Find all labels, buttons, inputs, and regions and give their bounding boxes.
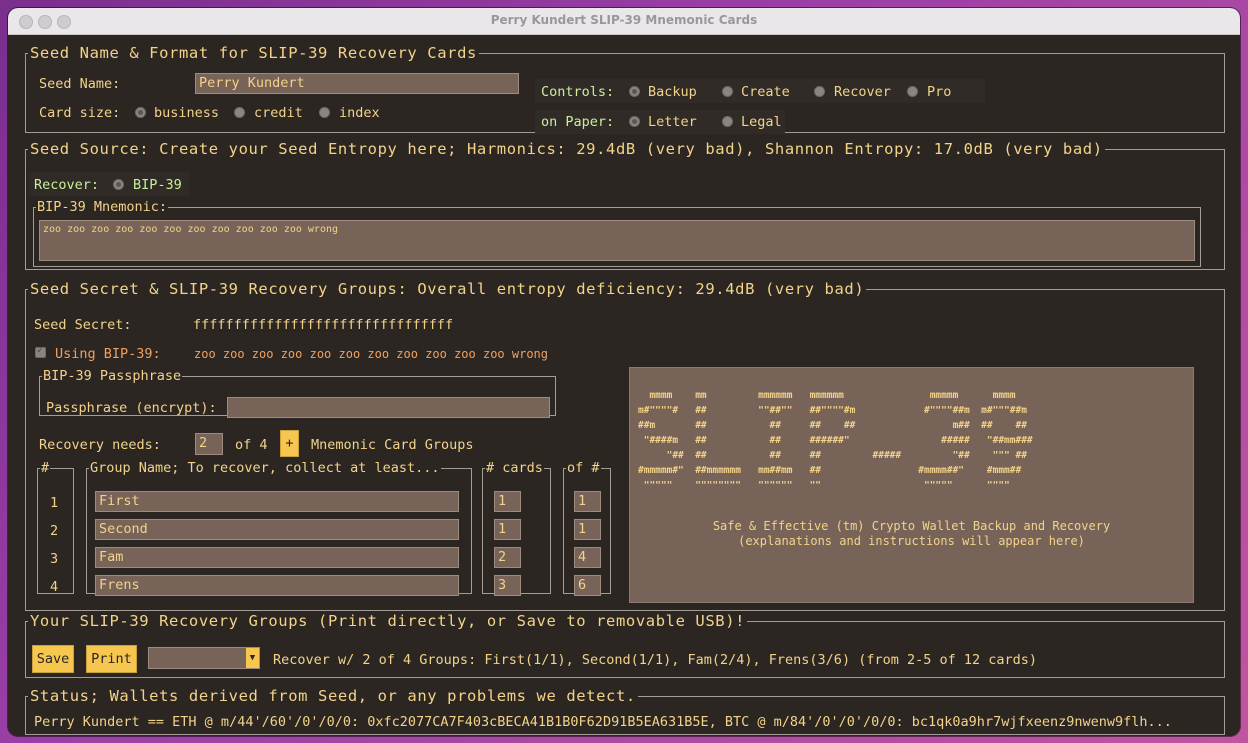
seed-name-input[interactable]: Perry Kundert: [195, 73, 519, 94]
window-title: Perry Kundert SLIP-39 Mnemonic Cards: [490, 13, 758, 27]
group-number-header: #: [41, 460, 50, 476]
group-cards-input[interactable]: 1: [494, 519, 521, 540]
paper-label: on Paper:: [541, 114, 615, 130]
group-cards-header: # cards: [486, 460, 543, 476]
usb-dropdown[interactable]: ▼: [148, 647, 260, 669]
paper-letter-radio[interactable]: [629, 116, 640, 127]
control-backup-label: Backup: [648, 84, 697, 100]
recover-bip39-label: BIP-39: [133, 177, 182, 193]
control-recover-label: Recover: [834, 84, 891, 100]
mnemonic-legend: BIP-39 Mnemonic:: [37, 199, 168, 215]
seed-secret-value: ffffffffffffffffffffffffffffffff: [193, 317, 454, 333]
control-create-label: Create: [741, 84, 790, 100]
status-text: Perry Kundert == ETH @ m/44'/60'/0'/0/0:…: [34, 714, 1172, 730]
passphrase-input[interactable]: [227, 397, 550, 418]
card-size-business-label: business: [154, 105, 220, 121]
card-size-credit-radio[interactable]: [234, 107, 245, 118]
save-button[interactable]: Save: [32, 645, 74, 673]
group-name-input[interactable]: First: [95, 491, 459, 512]
info-panel: mmmm mm mmmmmm mmmmmm mmmmm mmmm m#""""#…: [629, 367, 1194, 603]
group-of-input[interactable]: 4: [574, 547, 601, 568]
group-row-num: 4: [50, 579, 59, 595]
group-of-header: of #: [567, 460, 600, 476]
seed-source-legend: Seed Source: Create your Seed Entropy he…: [30, 140, 1103, 158]
recovery-needs-input[interactable]: 2: [195, 433, 223, 455]
control-pro-radio[interactable]: [907, 86, 918, 97]
info-line-2: (explanations and instructions will appe…: [738, 534, 1085, 548]
group-cards-input[interactable]: 1: [494, 491, 521, 512]
add-group-button[interactable]: +: [280, 430, 299, 457]
control-recover-radio[interactable]: [814, 86, 825, 97]
app-window: Perry Kundert SLIP-39 Mnemonic Cards See…: [8, 8, 1240, 736]
card-size-index-label: index: [339, 105, 380, 121]
print-button[interactable]: Print: [86, 645, 137, 673]
group-name-input[interactable]: Fam: [95, 547, 459, 568]
control-pro-label: Pro: [927, 84, 952, 100]
group-name-input[interactable]: Second: [95, 519, 459, 540]
main-content: Seed Name & Format for SLIP-39 Recovery …: [8, 35, 1240, 736]
group-name-input[interactable]: Frens: [95, 575, 459, 596]
title-bar: Perry Kundert SLIP-39 Mnemonic Cards: [8, 8, 1240, 35]
using-bip39-label: Using BIP-39:: [55, 346, 161, 362]
passphrase-legend: BIP-39 Passphrase: [43, 368, 182, 384]
group-cards-input[interactable]: 2: [494, 547, 521, 568]
recovery-groups-legend: Your SLIP-39 Recovery Groups (Print dire…: [30, 612, 746, 630]
controls-label: Controls:: [541, 84, 615, 100]
card-size-credit-label: credit: [254, 105, 303, 121]
paper-letter-label: Letter: [648, 114, 697, 130]
passphrase-label: Passphrase (encrypt):: [46, 400, 217, 416]
card-size-index-radio[interactable]: [319, 107, 330, 118]
group-name-header: Group Name; To recover, collect at least…: [90, 460, 440, 476]
group-cards-input[interactable]: 3: [494, 575, 521, 596]
card-size-label: Card size:: [39, 105, 121, 121]
slip39-ascii-logo: mmmm mm mmmmmm mmmmmm mmmmm mmmm m#""""#…: [638, 390, 1033, 491]
group-of-input[interactable]: 1: [574, 491, 601, 512]
control-create-radio[interactable]: [722, 86, 733, 97]
mnemonic-input[interactable]: zoo zoo zoo zoo zoo zoo zoo zoo zoo zoo …: [39, 220, 1195, 261]
recovery-needs-label: Recovery needs:: [39, 437, 161, 453]
card-size-business-radio[interactable]: [135, 107, 146, 118]
group-of-input[interactable]: 6: [574, 575, 601, 596]
status-legend: Status; Wallets derived from Seed, or an…: [30, 687, 636, 705]
chevron-down-icon[interactable]: ▼: [246, 648, 259, 668]
group-row-num: 1: [50, 495, 59, 511]
seed-secret-label: Seed Secret:: [34, 317, 132, 333]
recover-bip39-radio[interactable]: [113, 179, 124, 190]
group-row-num: 3: [50, 551, 59, 567]
seed-secret-legend: Seed Secret & SLIP-39 Recovery Groups: O…: [30, 280, 865, 298]
seed-name-label: Seed Name:: [39, 76, 121, 92]
recovery-of-label: of 4: [235, 437, 268, 453]
recover-label: Recover:: [34, 177, 100, 193]
group-of-input[interactable]: 1: [574, 519, 601, 540]
control-backup-radio[interactable]: [629, 86, 640, 97]
paper-legal-radio[interactable]: [722, 116, 733, 127]
using-bip39-value: zoo zoo zoo zoo zoo zoo zoo zoo zoo zoo …: [194, 347, 549, 361]
info-line-1: Safe & Effective (tm) Crypto Wallet Back…: [712, 519, 1111, 533]
recovery-summary: Recover w/ 2 of 4 Groups: First(1/1), Se…: [273, 652, 1038, 668]
mnemonic-groups-label: Mnemonic Card Groups: [311, 437, 474, 453]
seed-name-format-legend: Seed Name & Format for SLIP-39 Recovery …: [30, 44, 477, 62]
paper-legal-label: Legal: [741, 114, 782, 130]
group-row-num: 2: [50, 523, 59, 539]
using-bip39-checkbox[interactable]: [35, 345, 46, 358]
